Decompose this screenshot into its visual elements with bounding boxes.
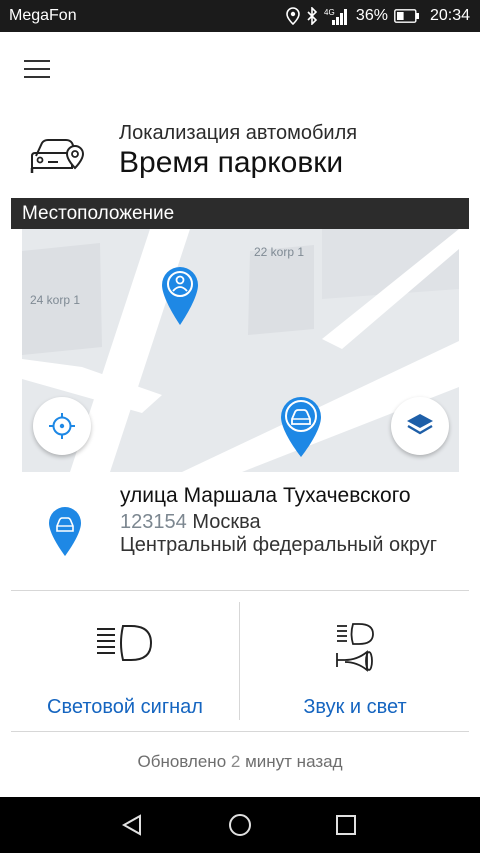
battery-icon <box>394 9 420 23</box>
system-nav-bar <box>0 797 480 853</box>
back-button[interactable] <box>118 811 146 839</box>
map-view[interactable]: 22 korp 1 24 korp 1 <box>22 229 459 472</box>
recents-button[interactable] <box>332 811 360 839</box>
status-icons: 4G 36% 20:34 <box>286 5 470 27</box>
updated-number: 2 <box>230 752 241 771</box>
divider <box>11 731 469 732</box>
flash-lights-label: Световой сигнал <box>47 696 203 718</box>
bluetooth-icon <box>306 7 318 25</box>
menu-button[interactable] <box>24 58 50 80</box>
locate-button[interactable] <box>33 397 91 455</box>
divider <box>239 602 240 720</box>
user-pin-icon[interactable] <box>160 265 200 332</box>
carrier-name: MegaFon <box>9 7 77 24</box>
page-title: Время парковки <box>119 146 344 179</box>
address-region: Центральный федеральный округ <box>120 534 438 556</box>
crosshair-icon <box>49 413 75 439</box>
address-street: улица Маршала Тухачевского <box>120 484 411 507</box>
section-header-location: Местоположение <box>11 198 469 229</box>
last-updated: Обновлено 2 минут назад <box>0 752 480 772</box>
battery-percent: 36% <box>355 7 388 24</box>
address-card: улица Маршала Тухачевского 123154 Москва… <box>22 472 459 588</box>
horn-light-icon <box>336 623 374 672</box>
car-pin-icon <box>48 506 82 563</box>
page-subtitle: Локализация автомобиля <box>119 122 358 144</box>
signal-icon: 4G <box>324 7 348 25</box>
home-circle-icon <box>229 814 251 836</box>
hamburger-icon <box>24 60 50 62</box>
updated-suffix: минут назад <box>245 752 343 771</box>
address-postcode: 123154 <box>120 511 187 533</box>
map-label-24: 24 korp 1 <box>30 293 81 307</box>
horn-and-lights-button[interactable]: Звук и свет <box>241 591 469 731</box>
status-bar: MegaFon 4G 36% 20:34 <box>0 0 480 32</box>
network-label: 4G <box>324 8 335 17</box>
recents-square-icon <box>336 815 356 835</box>
back-triangle-icon <box>121 814 141 836</box>
car-location-icon <box>26 126 90 176</box>
location-icon <box>286 7 300 25</box>
address-city-line: 123154 Москва <box>120 511 261 534</box>
layers-icon <box>407 414 433 435</box>
address-city: Москва <box>192 511 261 533</box>
map-label-22: 22 korp 1 <box>254 245 305 259</box>
updated-prefix: Обновлено <box>137 752 227 771</box>
clock: 20:34 <box>429 7 470 24</box>
home-button[interactable] <box>226 811 254 839</box>
horn-and-lights-label: Звук и свет <box>303 696 407 718</box>
flash-lights-button[interactable]: Световой сигнал <box>11 591 239 731</box>
layers-button[interactable] <box>391 397 449 455</box>
headlight-icon <box>97 625 153 661</box>
car-pin-icon[interactable] <box>279 395 323 464</box>
